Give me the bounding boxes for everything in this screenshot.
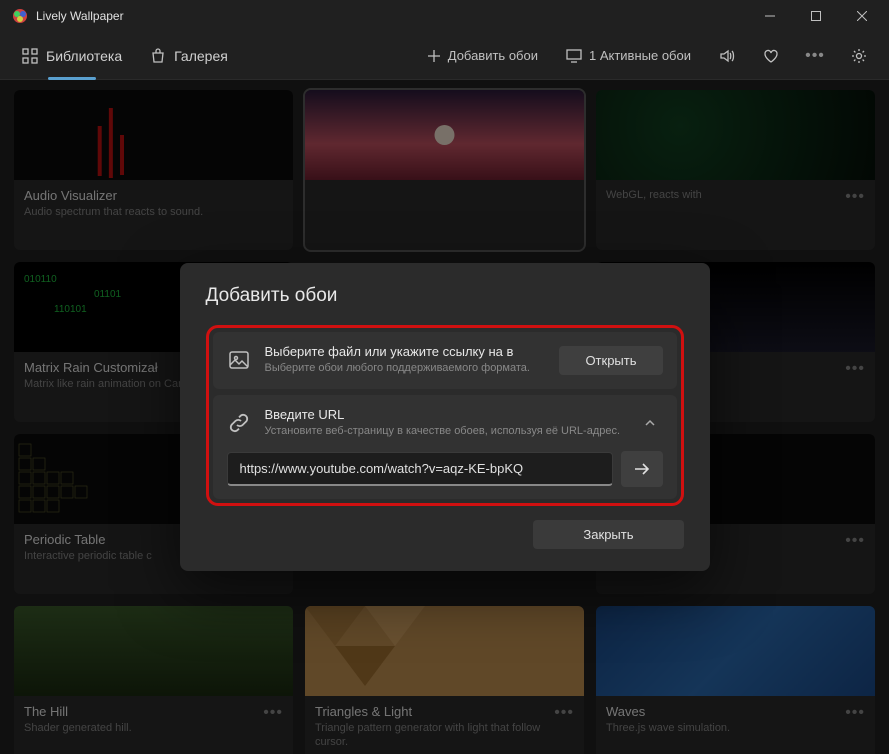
add-wallpaper-dialog: Добавить обои Выберите файл или укажите … (180, 263, 710, 571)
heart-icon (763, 48, 779, 64)
nav-gallery[interactable]: Галерея (140, 42, 238, 70)
titlebar: Lively Wallpaper (0, 0, 889, 32)
open-file-button[interactable]: Открыть (559, 346, 662, 375)
url-section: Введите URL Установите веб-страницу в ка… (213, 395, 677, 499)
more-button[interactable]: ••• (797, 38, 833, 74)
dots-icon: ••• (805, 47, 825, 65)
bag-icon (150, 48, 166, 64)
dialog-title: Добавить обои (206, 285, 684, 307)
close-dialog-button[interactable]: Закрыть (533, 520, 683, 549)
go-button[interactable] (621, 451, 663, 487)
speaker-icon (719, 48, 735, 64)
close-button[interactable] (839, 0, 885, 32)
url-input[interactable] (227, 452, 613, 486)
arrow-right-icon (633, 462, 651, 476)
plus-icon (427, 49, 441, 63)
app-window: Lively Wallpaper Библиотека Галерея Доба… (0, 0, 889, 754)
link-icon (227, 411, 251, 435)
favorite-button[interactable] (753, 38, 789, 74)
settings-button[interactable] (841, 38, 877, 74)
active-wallpapers-button[interactable]: 1 Активные обои (556, 42, 701, 69)
chevron-up-icon[interactable] (643, 416, 663, 430)
dialog-overlay: Добавить обои Выберите файл или укажите … (0, 80, 889, 754)
minimize-button[interactable] (747, 0, 793, 32)
file-picker-section: Выберите файл или укажите ссылку на в Вы… (213, 332, 677, 388)
gear-icon (851, 48, 867, 64)
highlighted-group: Выберите файл или укажите ссылку на в Вы… (206, 325, 684, 506)
add-wallpaper-button[interactable]: Добавить обои (417, 42, 548, 69)
app-logo-icon (12, 8, 28, 24)
image-icon (227, 348, 251, 372)
wallpaper-grid: Audio VisualizerAudio spectrum that reac… (0, 80, 889, 754)
window-title: Lively Wallpaper (36, 9, 747, 23)
volume-button[interactable] (709, 38, 745, 74)
monitor-icon (566, 49, 582, 63)
toolbar: Библиотека Галерея Добавить обои 1 Актив… (0, 32, 889, 80)
grid-icon (22, 48, 38, 64)
nav-library[interactable]: Библиотека (12, 42, 132, 70)
maximize-button[interactable] (793, 0, 839, 32)
